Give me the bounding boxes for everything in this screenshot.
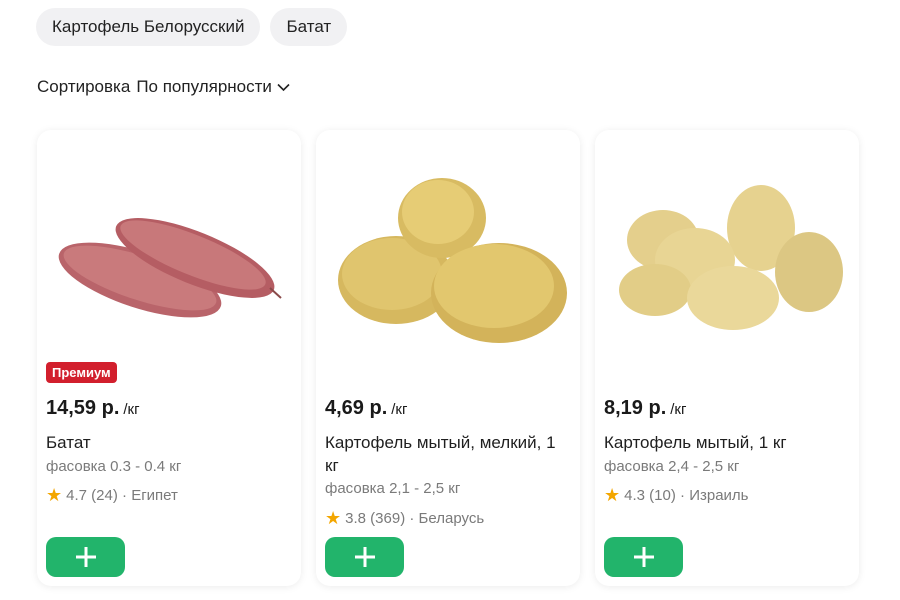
price-value: 14,59 р. bbox=[46, 397, 120, 419]
potatoes-image bbox=[619, 185, 843, 330]
product-card[interactable]: Премиум 14,59 р./кг Батат фасовка 0.3 - … bbox=[37, 130, 301, 586]
add-to-cart-button[interactable] bbox=[46, 537, 125, 577]
rating: ★ 3.8 (369) · Беларусь bbox=[325, 508, 484, 529]
plus-icon bbox=[75, 547, 96, 567]
price-unit: /кг bbox=[391, 401, 408, 418]
origin-country: · Беларусь bbox=[409, 510, 485, 527]
sweet-potato-image bbox=[58, 218, 282, 318]
origin-country: · Египет bbox=[122, 487, 178, 504]
rating: ★ 4.3 (10) · Израиль bbox=[604, 485, 748, 506]
sort-dropdown[interactable]: По популярности bbox=[136, 77, 290, 97]
price-unit: /кг bbox=[670, 401, 687, 418]
chip-potato-belarus[interactable]: Картофель Белорусский bbox=[36, 8, 261, 46]
product-name[interactable]: Батат bbox=[46, 431, 286, 454]
chevron-down-icon bbox=[277, 83, 290, 91]
add-to-cart-button[interactable] bbox=[604, 537, 683, 577]
product-price: 4,69 р./кг bbox=[325, 397, 407, 420]
package-info: фасовка 2,4 - 2,5 кг bbox=[604, 458, 740, 475]
price-value: 8,19 р. bbox=[604, 397, 667, 419]
potatoes-image bbox=[338, 178, 567, 343]
premium-badge: Премиум bbox=[46, 362, 117, 383]
price-value: 4,69 р. bbox=[325, 397, 388, 419]
filter-chips: Картофель Белорусский Батат bbox=[36, 8, 348, 46]
rating: ★ 4.7 (24) · Египет bbox=[46, 485, 178, 506]
package-info: фасовка 0.3 - 0.4 кг bbox=[46, 458, 182, 475]
product-price: 8,19 р./кг bbox=[604, 397, 686, 420]
origin-country: · Израиль bbox=[680, 487, 749, 504]
product-card[interactable]: 8,19 р./кг Картофель мытый, 1 кг фасовка… bbox=[595, 130, 859, 586]
plus-icon bbox=[633, 547, 654, 567]
sort-value: По популярности bbox=[136, 77, 272, 96]
chip-sweet-potato[interactable]: Батат bbox=[270, 8, 348, 46]
review-count: (10) bbox=[649, 487, 676, 504]
review-count: (24) bbox=[91, 487, 118, 504]
star-icon: ★ bbox=[325, 508, 342, 528]
price-unit: /кг bbox=[123, 401, 140, 418]
plus-icon bbox=[354, 547, 375, 567]
rating-value: 3.8 bbox=[345, 510, 366, 527]
star-icon: ★ bbox=[604, 485, 621, 505]
review-count: (369) bbox=[370, 510, 406, 527]
sort-control: Сортировка По популярности bbox=[37, 77, 290, 97]
star-icon: ★ bbox=[46, 485, 63, 505]
rating-value: 4.7 bbox=[66, 487, 87, 504]
package-info: фасовка 2,1 - 2,5 кг bbox=[325, 480, 461, 497]
sort-label: Сортировка bbox=[37, 77, 131, 96]
add-to-cart-button[interactable] bbox=[325, 537, 404, 577]
rating-value: 4.3 bbox=[624, 487, 645, 504]
product-price: 14,59 р./кг bbox=[46, 397, 140, 420]
product-name[interactable]: Картофель мытый, мелкий, 1 кг bbox=[325, 431, 565, 477]
product-card[interactable]: 4,69 р./кг Картофель мытый, мелкий, 1 кг… bbox=[316, 130, 580, 586]
product-name[interactable]: Картофель мытый, 1 кг bbox=[604, 431, 844, 454]
